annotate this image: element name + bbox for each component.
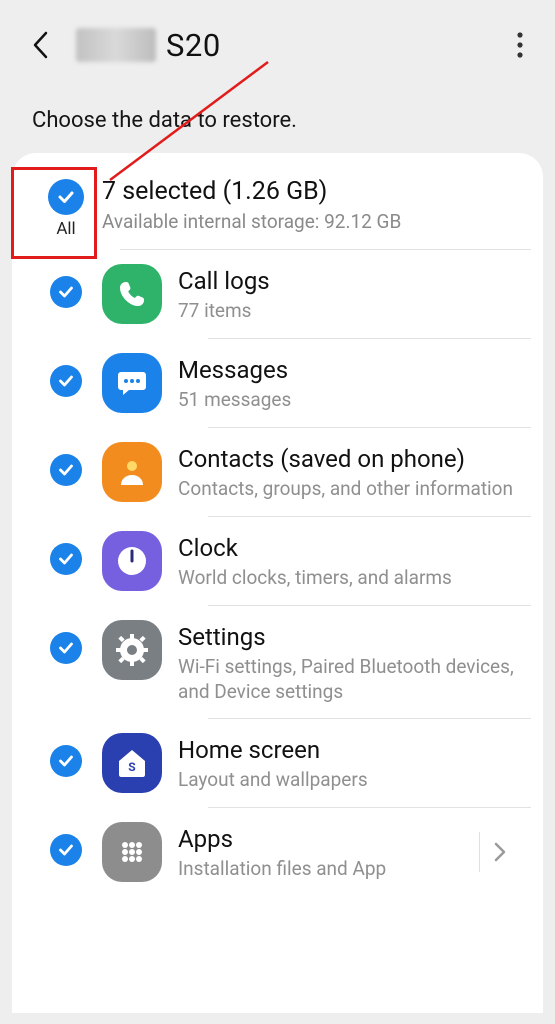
item-title: Clock — [178, 533, 525, 563]
restore-card: All 7 selected (1.26 GB) Available inter… — [12, 153, 543, 1013]
item-checkbox[interactable] — [50, 543, 82, 575]
device-suffix: S20 — [166, 27, 221, 64]
item-subtitle: Layout and wallpapers — [178, 768, 525, 793]
checkmark-icon — [57, 461, 75, 479]
list-item-home[interactable]: S Home screen Layout and wallpapers — [12, 719, 543, 807]
list-item-messages[interactable]: Messages 51 messages — [12, 339, 543, 427]
home-icon: S — [102, 733, 162, 793]
checkmark-icon — [57, 283, 75, 301]
checkmark-icon — [57, 841, 75, 859]
checkmark-icon — [57, 639, 75, 657]
gear-icon — [102, 620, 162, 680]
item-subtitle: Contacts, groups, and other information — [178, 477, 525, 502]
select-all-label: All — [56, 219, 75, 239]
redacted-text — [76, 28, 156, 62]
item-checkbox[interactable] — [50, 454, 82, 486]
checkmark-icon — [57, 372, 75, 390]
item-subtitle: Wi-Fi settings, Paired Bluetooth devices… — [178, 655, 525, 704]
more-vertical-icon — [516, 30, 524, 60]
item-subtitle: 51 messages — [178, 388, 525, 413]
chevron-right-icon — [493, 840, 507, 864]
item-subtitle: 77 items — [178, 299, 525, 324]
item-title: Messages — [178, 355, 525, 385]
available-storage: Available internal storage: 92.12 GB — [102, 210, 525, 233]
phone-icon — [102, 264, 162, 324]
list-item-contacts[interactable]: Contacts (saved on phone) Contacts, group… — [12, 428, 543, 516]
item-title: Contacts (saved on phone) — [178, 444, 525, 474]
item-checkbox[interactable] — [50, 632, 82, 664]
list-item-clock[interactable]: Clock World clocks, timers, and alarms — [12, 517, 543, 605]
list-item-call-logs[interactable]: Call logs 77 items — [12, 250, 543, 338]
select-all-row[interactable]: All 7 selected (1.26 GB) Available inter… — [12, 171, 543, 249]
checkmark-icon — [56, 187, 76, 207]
chevron-left-icon — [31, 30, 49, 60]
item-checkbox[interactable] — [50, 365, 82, 397]
checkmark-icon — [57, 752, 75, 770]
more-options-button[interactable] — [505, 25, 535, 65]
item-title: Home screen — [178, 735, 525, 765]
clock-icon — [102, 531, 162, 591]
expand-button[interactable] — [479, 832, 519, 872]
back-button[interactable] — [26, 25, 54, 65]
item-title: Call logs — [178, 266, 525, 296]
select-all-checkbox[interactable] — [48, 179, 84, 215]
page-subtitle: Choose the data to restore. — [0, 78, 555, 153]
item-checkbox[interactable] — [50, 745, 82, 777]
list-item-settings[interactable]: SettingsWi-Fi settings, Paired Bluetooth… — [12, 606, 543, 718]
item-checkbox[interactable] — [50, 834, 82, 866]
chat-icon — [102, 353, 162, 413]
header: S20 — [0, 0, 555, 78]
person-icon — [102, 442, 162, 502]
item-title: Apps — [178, 824, 479, 854]
item-subtitle: World clocks, timers, and alarms — [178, 566, 525, 591]
checkmark-icon — [57, 550, 75, 568]
device-title: S20 — [76, 27, 221, 64]
list-item-apps[interactable]: Apps Installation files and App — [12, 808, 543, 896]
item-subtitle: Installation files and App — [178, 857, 479, 882]
selection-count: 7 selected (1.26 GB) — [102, 177, 525, 206]
item-title: Settings — [178, 622, 525, 652]
grid-icon — [102, 822, 162, 882]
item-checkbox[interactable] — [50, 276, 82, 308]
svg-text:S: S — [128, 760, 135, 774]
